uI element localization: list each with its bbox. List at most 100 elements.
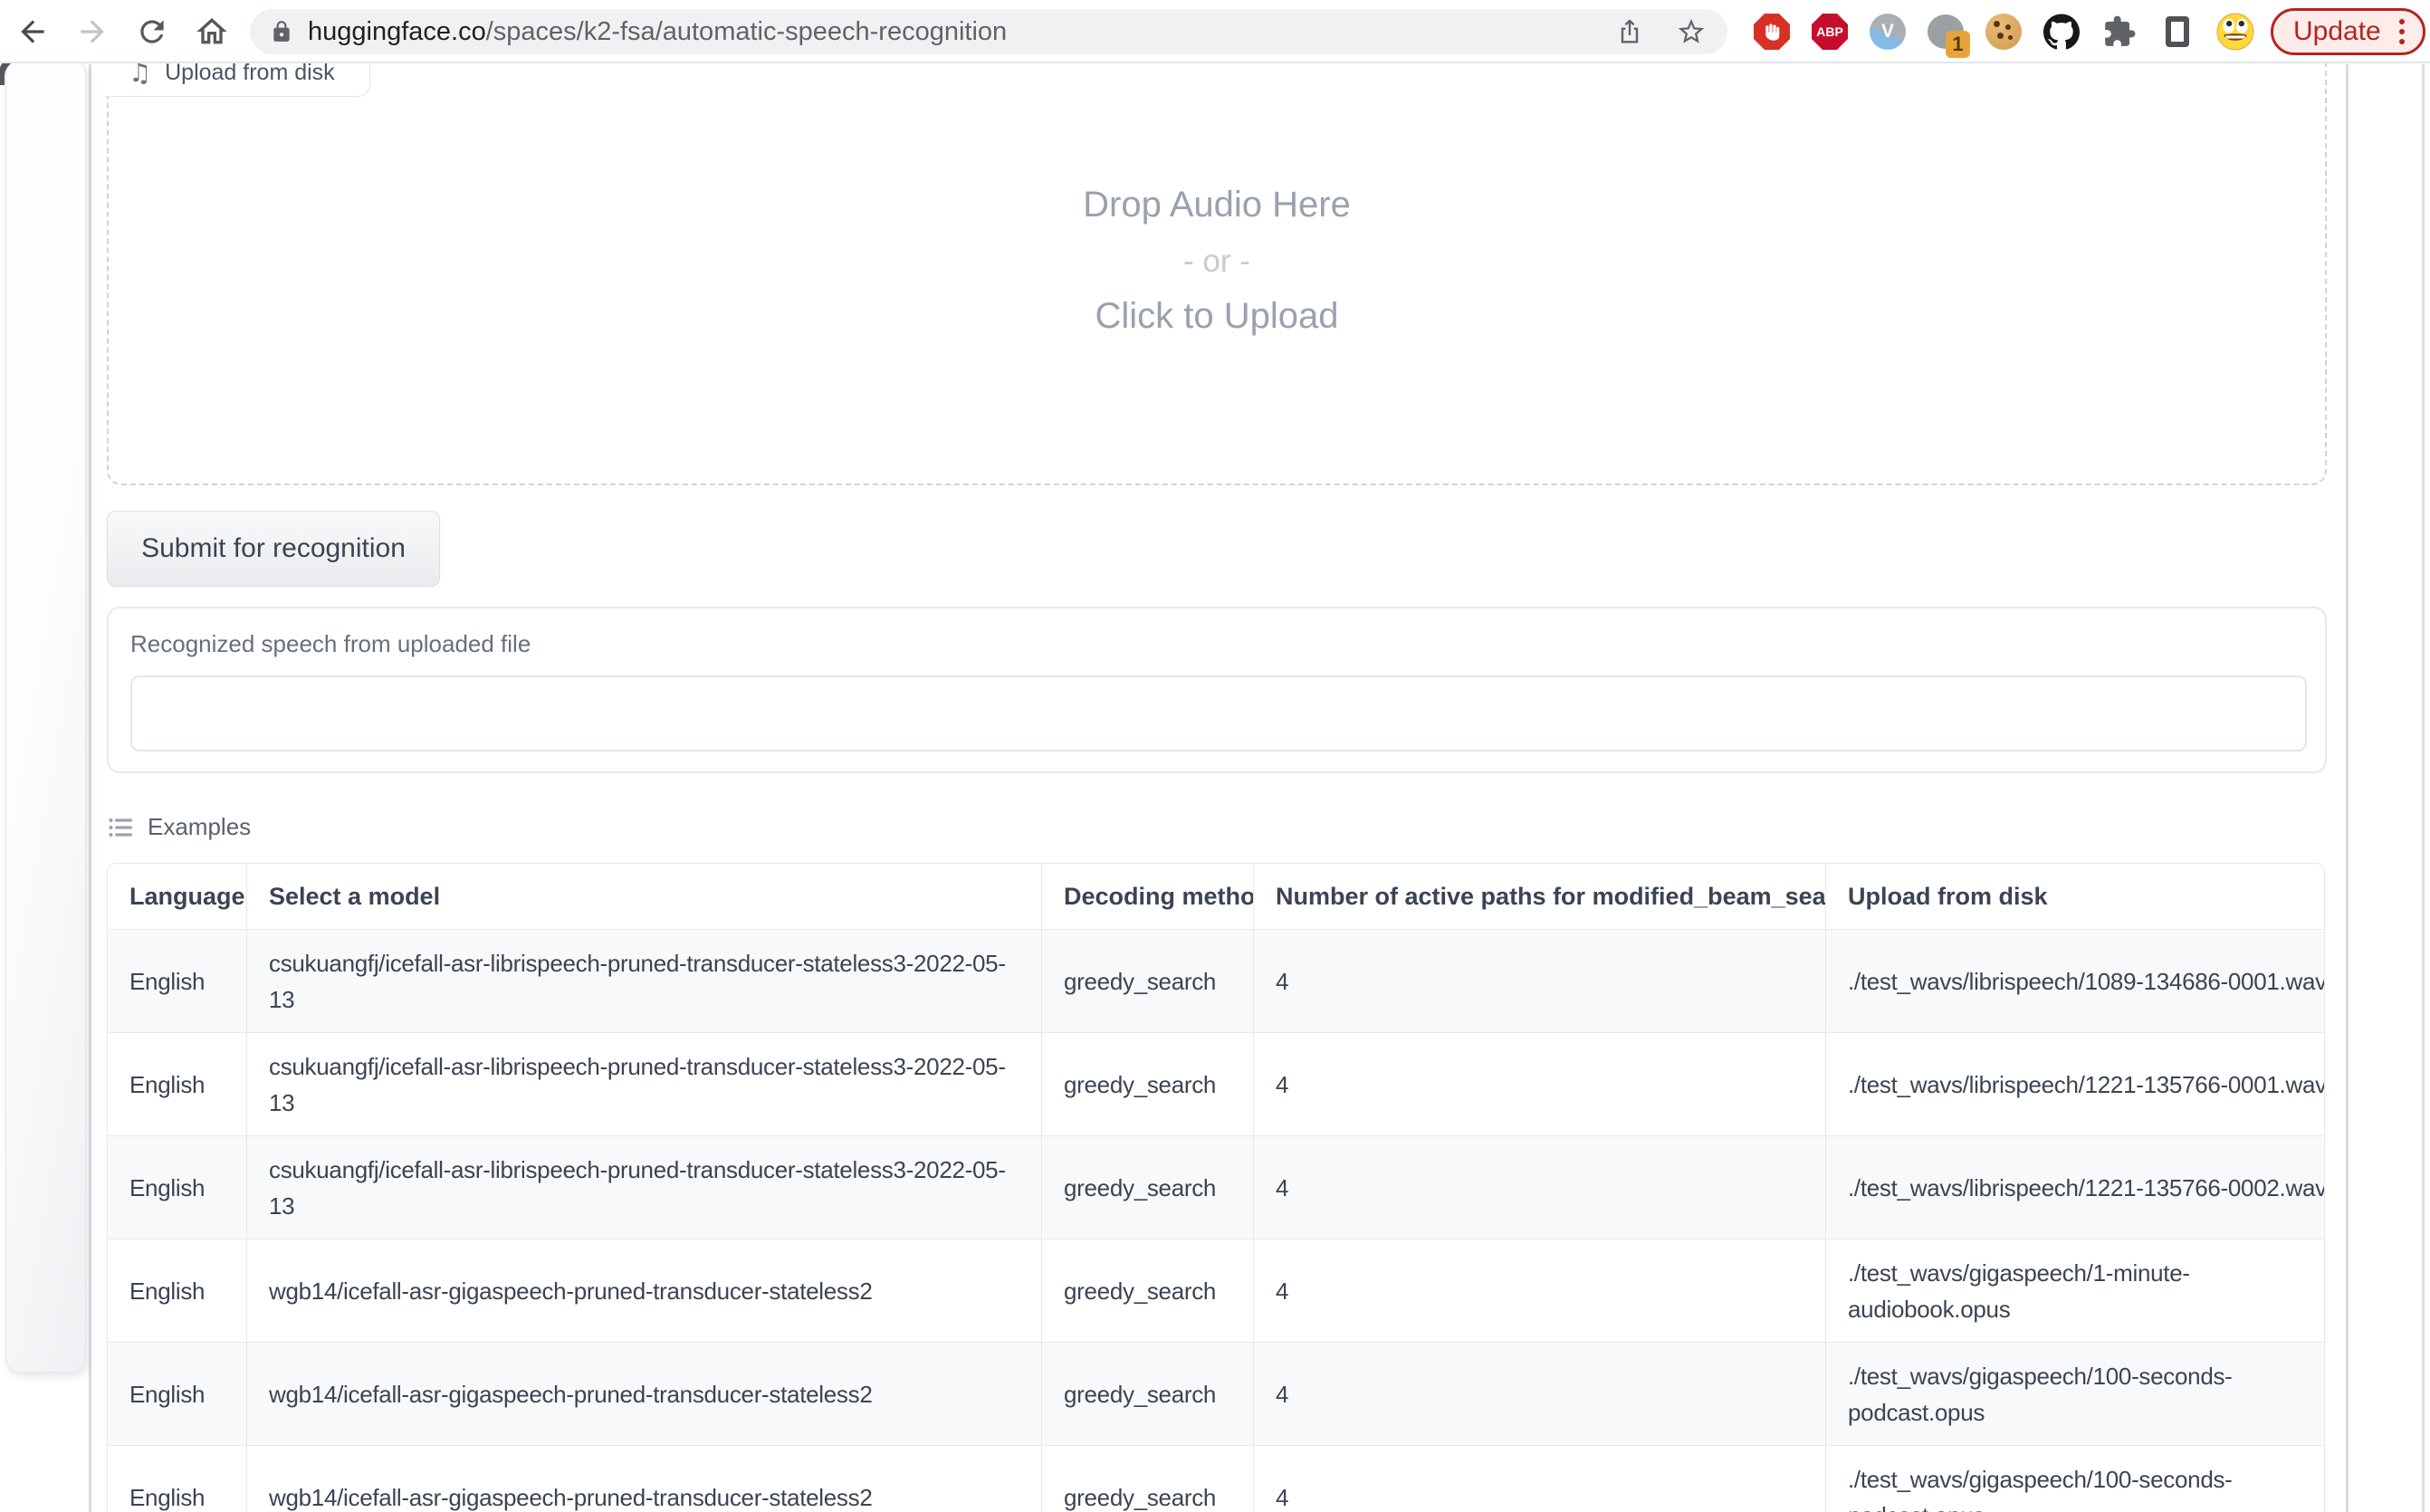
browser-window: huggingface.co/spaces/k2-fsa/automatic-s… [0, 0, 2430, 1512]
table-cell: 4 [1253, 1032, 1825, 1135]
upload-path-cell: ./test_wavs/librispeech/1221-135766-0002… [1825, 1135, 2324, 1239]
column-header: Upload from disk [1825, 864, 2324, 929]
table-cell: csukuangfj/icefall-asr-librispeech-prune… [246, 1032, 1041, 1135]
table-cell: greedy_search [1041, 1445, 1253, 1512]
forward-button[interactable] [74, 14, 110, 50]
example-row[interactable]: Englishcsukuangfj/icefall-asr-librispeec… [108, 929, 2324, 1032]
examples-label: Examples [148, 813, 251, 841]
reload-icon [135, 14, 169, 49]
list-icon [109, 817, 133, 838]
table-cell: English [108, 1239, 246, 1342]
three-dot-menu-icon [2394, 15, 2410, 48]
table-cell: 4 [1253, 1445, 1825, 1512]
table-cell: English [108, 1342, 246, 1445]
column-header: Decoding method [1041, 864, 1253, 929]
submit-for-recognition-button[interactable]: Submit for recognition [107, 511, 440, 587]
table-cell: English [108, 1135, 246, 1239]
nav-button-group [14, 0, 230, 63]
output-label: Recognized speech from uploaded file [130, 630, 531, 658]
column-header: Select a model [246, 864, 1041, 929]
examples-table-container: LanguageSelect a modelDecoding methodNum… [107, 863, 2325, 1512]
drop-audio-here-text: Drop Audio Here [109, 185, 2325, 225]
click-to-upload-text: Click to Upload [109, 296, 2325, 337]
share-icon [1615, 17, 1644, 46]
emoji-avatar-icon [2216, 12, 2254, 52]
blocker-extension-button[interactable] [1753, 13, 1791, 51]
bookmark-button[interactable] [1673, 14, 1709, 50]
address-bar[interactable]: huggingface.co/spaces/k2-fsa/automatic-s… [250, 9, 1727, 54]
examples-table: LanguageSelect a modelDecoding methodNum… [108, 864, 2324, 1512]
table-header-row: LanguageSelect a modelDecoding methodNum… [108, 864, 2324, 929]
audio-dropzone[interactable]: Drop Audio Here - or - Click to Upload [107, 0, 2327, 485]
table-cell: 4 [1253, 929, 1825, 1032]
example-row[interactable]: Englishwgb14/icefall-asr-gigaspeech-prun… [108, 1239, 2324, 1342]
abp-label: ABP [1816, 24, 1843, 39]
home-button[interactable] [194, 14, 230, 50]
upload-path-cell: ./test_wavs/gigaspeech/100-seconds-podca… [1825, 1445, 2324, 1512]
table-cell: 4 [1253, 1135, 1825, 1239]
table-cell: 4 [1253, 1342, 1825, 1445]
upload-path-cell: ./test_wavs/gigaspeech/100-seconds-podca… [1825, 1342, 2324, 1445]
v-circle-icon: V [1870, 14, 1906, 50]
scrollbar-track[interactable] [2422, 64, 2425, 1512]
abp-icon: ABP [1812, 14, 1848, 50]
table-cell: wgb14/icefall-asr-gigaspeech-pruned-tran… [246, 1445, 1041, 1512]
table-cell: greedy_search [1041, 1239, 1253, 1342]
omnibox-actions [1612, 14, 1709, 50]
v-label: V [1881, 21, 1894, 43]
profile-extension-button[interactable]: 1 [1927, 13, 1965, 51]
forward-arrow-icon [75, 14, 110, 49]
column-header: Number of active paths for modified_beam… [1253, 864, 1825, 929]
table-cell: English [108, 1445, 246, 1512]
cookie-extension-button[interactable] [1985, 13, 2023, 51]
v-extension-button[interactable]: V [1869, 13, 1907, 51]
table-cell: csukuangfj/icefall-asr-librispeech-prune… [246, 929, 1041, 1032]
notification-badge: 1 [1946, 31, 1970, 58]
or-text: - or - [109, 244, 2325, 280]
example-row[interactable]: Englishwgb14/icefall-asr-gigaspeech-prun… [108, 1445, 2324, 1512]
cookie-icon [1985, 14, 2022, 50]
example-row[interactable]: Englishcsukuangfj/icefall-asr-librispeec… [108, 1135, 2324, 1239]
content-right-border [2346, 64, 2349, 1512]
update-label: Update [2293, 16, 2381, 47]
hand-glyph [1761, 21, 1783, 43]
back-arrow-icon [15, 14, 50, 49]
github-icon [2043, 14, 2080, 50]
puzzle-icon [2102, 14, 2137, 49]
share-button[interactable] [1612, 14, 1648, 50]
table-cell: English [108, 1032, 246, 1135]
stop-hand-icon [1754, 14, 1790, 50]
reload-button[interactable] [134, 14, 170, 50]
url-path: /spaces/k2-fsa/automatic-speech-recognit… [486, 17, 1007, 46]
chrome-update-menu-button[interactable]: Update [2271, 8, 2425, 55]
example-row[interactable]: Englishwgb14/icefall-asr-gigaspeech-prun… [108, 1342, 2324, 1445]
table-cell: greedy_search [1041, 1032, 1253, 1135]
adblock-plus-extension-button[interactable]: ABP [1811, 13, 1849, 51]
extension-icon-row: ABP V 1 [1753, 0, 2254, 63]
github-extension-button[interactable] [2043, 13, 2081, 51]
reading-panel-button[interactable] [2158, 13, 2196, 51]
star-icon [1676, 16, 1707, 47]
table-cell: greedy_search [1041, 1135, 1253, 1239]
avatar-button[interactable] [2216, 13, 2254, 51]
recognized-speech-panel: Recognized speech from uploaded file [107, 607, 2327, 773]
table-cell: greedy_search [1041, 929, 1253, 1032]
column-header: Language [108, 864, 246, 929]
home-icon [194, 14, 230, 50]
panel-icon [2166, 16, 2189, 47]
table-cell: 4 [1253, 1239, 1825, 1342]
table-cell: csukuangfj/icefall-asr-librispeech-prune… [246, 1135, 1041, 1239]
table-cell: wgb14/icefall-asr-gigaspeech-pruned-tran… [246, 1239, 1041, 1342]
example-row[interactable]: Englishcsukuangfj/icefall-asr-librispeec… [108, 1032, 2324, 1135]
upload-path-cell: ./test_wavs/librispeech/1089-134686-0001… [1825, 929, 2324, 1032]
url-text: huggingface.co/spaces/k2-fsa/automatic-s… [308, 17, 1612, 47]
examples-header: Examples [109, 813, 251, 841]
extensions-menu-button[interactable] [2100, 13, 2138, 51]
recognized-speech-output[interactable] [130, 675, 2307, 751]
back-button[interactable] [14, 14, 51, 50]
browser-toolbar: huggingface.co/spaces/k2-fsa/automatic-s… [0, 0, 2430, 63]
upload-path-cell: ./test_wavs/librispeech/1221-135766-0001… [1825, 1032, 2324, 1135]
table-cell: English [108, 929, 246, 1032]
content-left-border [89, 64, 91, 1512]
url-host: huggingface.co [308, 17, 486, 46]
